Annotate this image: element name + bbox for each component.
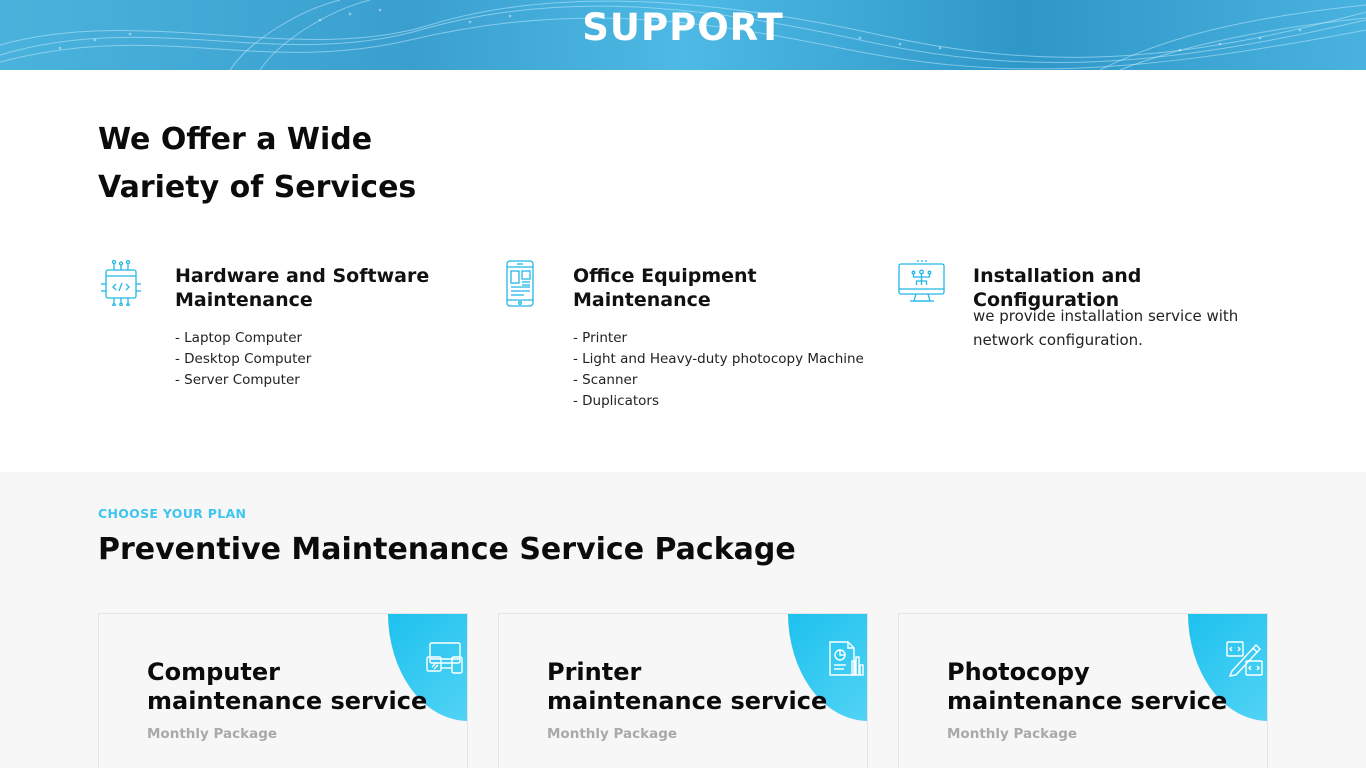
card-subtitle: Monthly Package bbox=[947, 726, 1078, 742]
service-list: - Laptop Computer - Desktop Computer - S… bbox=[175, 328, 495, 391]
card-title-line2: maintenance service bbox=[547, 687, 828, 715]
card-title: Printer maintenance service bbox=[547, 658, 847, 716]
card-title-line1: Printer bbox=[547, 658, 642, 686]
card-subtitle: Monthly Package bbox=[547, 726, 678, 742]
card-subtitle: Monthly Package bbox=[147, 726, 278, 742]
plan-card-photocopy[interactable]: Photocopy maintenance service Monthly Pa… bbox=[898, 613, 1268, 768]
circuit-code-icon bbox=[101, 260, 141, 306]
page-banner: SUPPORT bbox=[0, 0, 1366, 70]
service-title-line1: Office Equipment bbox=[573, 265, 757, 287]
services-heading-line1: We Offer a Wide bbox=[98, 122, 373, 157]
service-description: we provide installation service with net… bbox=[973, 307, 1239, 349]
services-section: We Offer a Wide Variety of Services Hard… bbox=[0, 70, 1366, 472]
service-title: Office Equipment Maintenance bbox=[573, 264, 873, 312]
card-title-line2: maintenance service bbox=[947, 687, 1228, 715]
plans-eyebrow: CHOOSE YOUR PLAN bbox=[98, 506, 247, 521]
card-title: Computer maintenance service bbox=[147, 658, 447, 716]
list-item: - Scanner bbox=[573, 372, 638, 388]
plans-title: Preventive Maintenance Service Package bbox=[98, 532, 796, 567]
service-title-line2: Maintenance bbox=[175, 289, 313, 311]
list-item: - Duplicators bbox=[573, 393, 660, 409]
list-item: - Printer bbox=[573, 330, 628, 346]
page-title: SUPPORT bbox=[582, 6, 784, 49]
plan-card-printer[interactable]: Printer maintenance service Monthly Pack… bbox=[498, 613, 868, 768]
list-item: - Server Computer bbox=[175, 372, 300, 388]
card-title-line1: Computer bbox=[147, 658, 280, 686]
plans-section: CHOOSE YOUR PLAN Preventive Maintenance … bbox=[0, 472, 1366, 768]
service-title-line1: Hardware and Software bbox=[175, 265, 430, 287]
mobile-device-icon bbox=[506, 260, 534, 307]
service-title: Hardware and Software Maintenance bbox=[175, 264, 475, 312]
plan-card-computer[interactable]: Computer maintenance service Monthly Pac… bbox=[98, 613, 468, 768]
card-title-line1: Photocopy bbox=[947, 658, 1090, 686]
list-item: - Desktop Computer bbox=[175, 351, 312, 367]
list-item: - Light and Heavy-duty photocopy Machine bbox=[573, 351, 864, 367]
card-title-line2: maintenance service bbox=[147, 687, 428, 715]
list-item: - Laptop Computer bbox=[175, 330, 303, 346]
monitor-network-icon bbox=[898, 260, 945, 302]
service-title-line2: Maintenance bbox=[573, 289, 711, 311]
services-heading-line2: Variety of Services bbox=[98, 170, 417, 205]
card-title: Photocopy maintenance service bbox=[947, 658, 1247, 716]
service-list: - Printer - Light and Heavy-duty photoco… bbox=[573, 328, 893, 412]
services-heading: We Offer a Wide Variety of Services bbox=[98, 116, 458, 212]
